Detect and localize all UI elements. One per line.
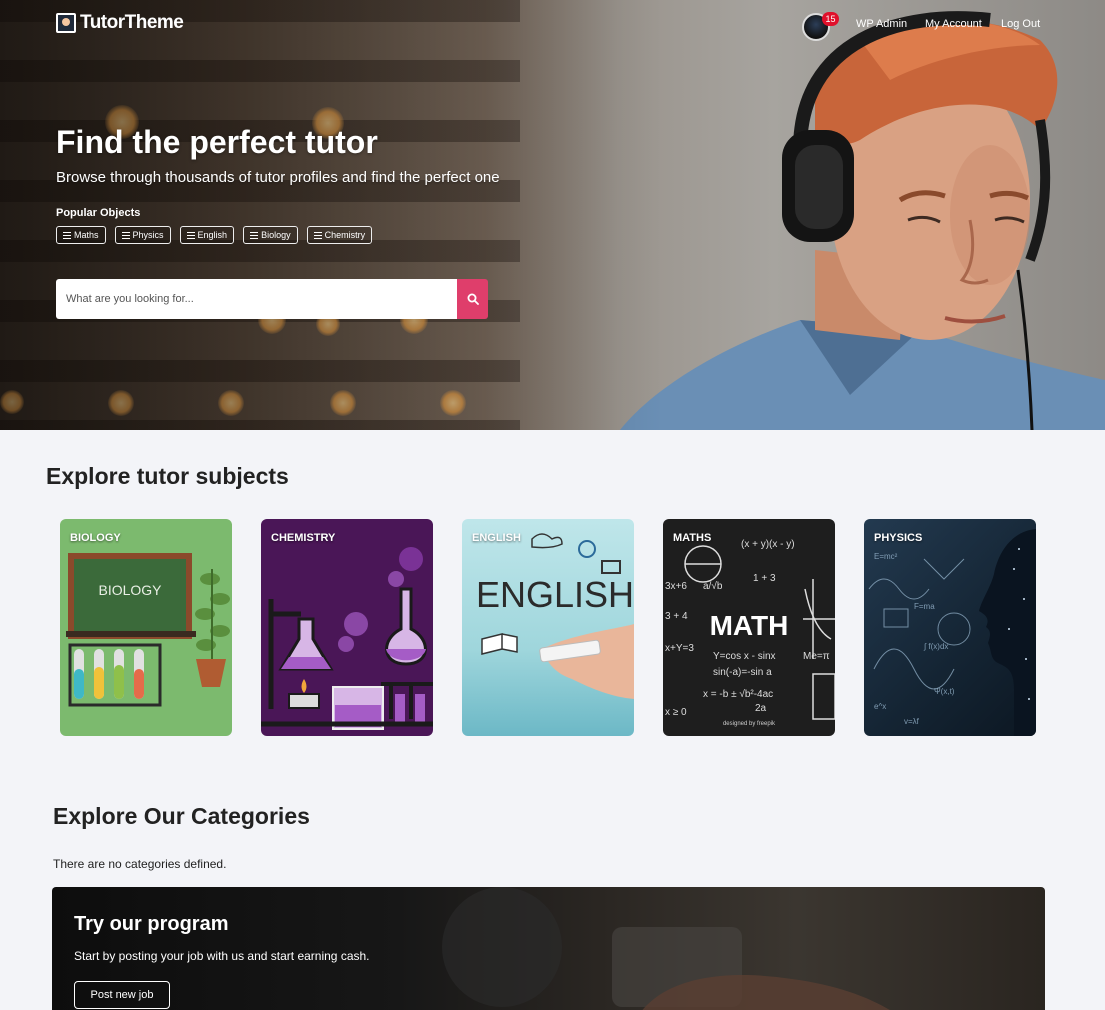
card-label: MATHS — [673, 532, 712, 544]
biology-illustration: BIOLOGY — [66, 553, 230, 707]
categories-title: Explore Our Categories — [53, 803, 310, 829]
svg-text:(x + y)(x - y): (x + y)(x - y) — [741, 539, 795, 550]
notification-badge[interactable]: 15 — [822, 12, 839, 26]
svg-text:2a: 2a — [755, 703, 767, 714]
list-icon — [186, 231, 195, 239]
popular-tags: Maths Physics English Biology Chemistry — [56, 226, 373, 244]
card-label: BIOLOGY — [70, 532, 121, 544]
tag-label: Physics — [132, 230, 164, 240]
svg-text:3x+6: 3x+6 — [665, 581, 687, 592]
biology-board-text: BIOLOGY — [98, 582, 162, 598]
svg-text:Ψ(x,t): Ψ(x,t) — [934, 687, 955, 696]
nav-link-my-account[interactable]: My Account — [925, 18, 982, 30]
logo-text: TutorTheme — [80, 12, 184, 33]
top-navigation: TutorTheme 15 WP Admin My Account Log Ou… — [0, 0, 1105, 50]
tag-label: Biology — [261, 230, 291, 240]
tag-biology[interactable]: Biology — [243, 226, 298, 244]
nav-link-log-out[interactable]: Log Out — [1001, 18, 1040, 30]
search-icon — [467, 293, 479, 305]
english-word: ENGLISH — [476, 574, 634, 615]
tag-maths[interactable]: Maths — [56, 226, 106, 244]
svg-text:E=mc²: E=mc² — [874, 552, 898, 561]
svg-text:∫ f(x)dx: ∫ f(x)dx — [923, 642, 948, 651]
program-banner: Try our program Start by posting your jo… — [52, 887, 1045, 1010]
categories-empty-message: There are no categories defined. — [53, 857, 227, 871]
svg-text:a/√b: a/√b — [703, 580, 723, 592]
maths-illustration: (x + y)(x - y) 3x+6 3 + 4 x+Y=3 a/√b 1 +… — [665, 539, 835, 727]
svg-text:F=ma: F=ma — [914, 602, 935, 611]
svg-text:3 + 4: 3 + 4 — [665, 611, 688, 622]
hero-overlay — [0, 0, 1105, 430]
tag-label: English — [197, 230, 228, 240]
subject-cards: BIOLOGY BIOLOGY CHEMISTRY ENGLISH ENGLIS… — [60, 519, 1036, 736]
list-icon — [63, 231, 71, 239]
list-icon — [250, 231, 259, 239]
tag-physics[interactable]: Physics — [114, 226, 171, 244]
subject-card-maths[interactable]: MATHS (x + y)(x - y) 3x+6 3 + 4 x+Y=3 a/… — [663, 519, 835, 736]
svg-text:sin(-a)=-sin a: sin(-a)=-sin a — [713, 667, 772, 678]
subject-card-physics[interactable]: PHYSICS E=mc² F=ma e^x v=λf Ψ(x,t) ∫ f(x… — [864, 519, 1036, 736]
subject-card-biology[interactable]: BIOLOGY BIOLOGY — [60, 519, 232, 736]
card-label: CHEMISTRY — [271, 532, 336, 544]
tag-label: Chemistry — [324, 230, 366, 240]
tag-chemistry[interactable]: Chemistry — [306, 226, 373, 244]
chemistry-illustration — [261, 547, 433, 730]
svg-text:x ≥ 0: x ≥ 0 — [665, 707, 687, 718]
tag-english[interactable]: English — [179, 226, 235, 244]
svg-text:Me=π: Me=π — [803, 651, 830, 662]
hero-title: Find the perfect tutor — [56, 124, 378, 160]
freepik-credit: designed by freepik — [723, 721, 776, 727]
program-title: Try our program — [74, 913, 229, 935]
svg-text:x = -b ± √b²-4ac: x = -b ± √b²-4ac — [703, 688, 773, 700]
post-new-job-button[interactable]: Post new job — [74, 981, 170, 1009]
program-subtitle: Start by posting your job with us and st… — [74, 949, 370, 963]
list-icon — [313, 231, 322, 239]
tag-label: Maths — [74, 230, 99, 240]
subject-card-chemistry[interactable]: CHEMISTRY — [261, 519, 433, 736]
card-label: PHYSICS — [874, 532, 923, 544]
subjects-title: Explore tutor subjects — [46, 463, 289, 489]
svg-text:x+Y=3: x+Y=3 — [665, 643, 694, 654]
svg-text:e^x: e^x — [874, 702, 886, 711]
math-word: MATH — [710, 610, 789, 641]
hero-section: TutorTheme 15 WP Admin My Account Log Ou… — [0, 0, 1105, 430]
search-bar — [56, 279, 488, 319]
card-label: ENGLISH — [472, 532, 521, 544]
list-icon — [121, 231, 130, 239]
site-logo[interactable]: TutorTheme — [56, 12, 184, 34]
svg-text:1 + 3: 1 + 3 — [753, 573, 776, 584]
search-button[interactable] — [457, 279, 488, 319]
logo-icon — [56, 13, 76, 33]
svg-text:v=λf: v=λf — [904, 717, 920, 726]
hero-subtitle: Browse through thousands of tutor profil… — [56, 169, 500, 186]
search-input[interactable] — [56, 279, 457, 319]
english-illustration: ENGLISH — [476, 533, 634, 699]
svg-text:Y=cos x - sinx: Y=cos x - sinx — [713, 651, 776, 662]
nav-link-wp-admin[interactable]: WP Admin — [856, 18, 907, 30]
popular-objects-label: Popular Objects — [56, 207, 141, 219]
physics-illustration: E=mc² F=ma e^x v=λf Ψ(x,t) ∫ f(x)dx — [868, 529, 1036, 736]
subject-card-english[interactable]: ENGLISH ENGLISH — [462, 519, 634, 736]
